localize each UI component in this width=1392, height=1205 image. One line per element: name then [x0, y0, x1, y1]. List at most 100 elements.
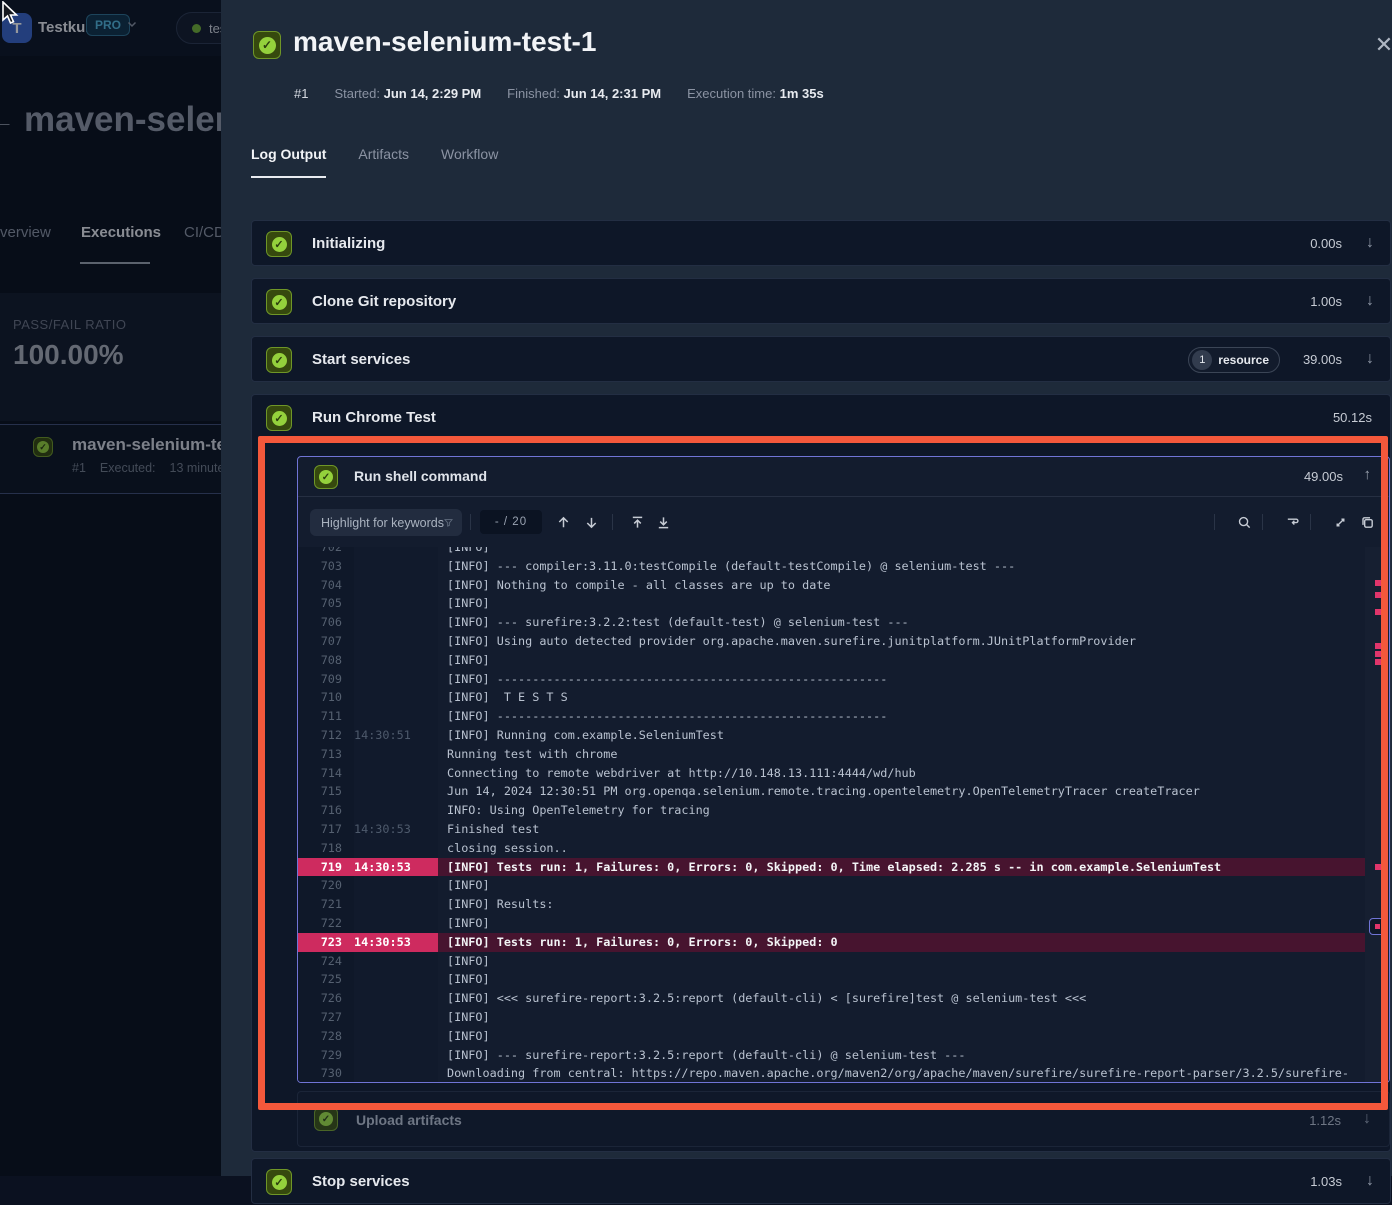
line-number[interactable]: 704 [298, 576, 354, 595]
log-line[interactable]: 714Connecting to remote webdriver at htt… [298, 764, 1365, 783]
line-number[interactable]: 722 [298, 914, 354, 933]
log-line[interactable]: 71714:30:53Finished test [298, 820, 1365, 839]
collapse-up-icon[interactable]: ↑ [1364, 466, 1372, 483]
expand-down-icon[interactable]: ↓ [1366, 350, 1374, 368]
search-match-marker[interactable] [1375, 651, 1381, 657]
log-viewer[interactable]: 702[INFO]703[INFO] --- compiler:3.11.0:t… [298, 547, 1390, 1083]
line-number[interactable]: 715 [298, 782, 354, 801]
line-number[interactable]: 727 [298, 1008, 354, 1027]
step-stop-services[interactable]: ✓ Stop services 1.03s ↓ [251, 1158, 1391, 1204]
step-start-services[interactable]: ✓ Start services 1 resource 39.00s ↓ [251, 336, 1391, 382]
log-line[interactable]: 72314:30:53[INFO] Tests run: 1, Failures… [298, 933, 1365, 952]
current-match-marker[interactable] [1369, 918, 1386, 935]
line-wrap-icon[interactable] [1279, 509, 1305, 535]
log-line[interactable]: 71214:30:51[INFO] Running com.example.Se… [298, 726, 1365, 745]
scroll-to-bottom-icon[interactable] [650, 509, 676, 535]
log-line[interactable]: 704 [INFO] Nothing to compile - all class… [298, 576, 1365, 595]
log-line[interactable]: 708[INFO] [298, 651, 1365, 670]
step-run-chrome-test[interactable]: ✓ Run Chrome Test 50.12s ✓ Run shell com… [251, 394, 1391, 1152]
log-line[interactable]: 711 [INFO] ------------------------------… [298, 707, 1365, 726]
background-page: T Testkube PRO tes ← maven-selen verview… [0, 0, 221, 1176]
log-line[interactable]: 726[INFO] <<< surefire-report:3.2.5:repo… [298, 989, 1365, 1008]
step-clone-git[interactable]: ✓ Clone Git repository 1.00s ↓ [251, 278, 1391, 324]
copy-icon[interactable] [1354, 509, 1380, 535]
log-line[interactable]: 725[INFO] [298, 970, 1365, 989]
line-number[interactable]: 713 [298, 745, 354, 764]
line-number[interactable]: 724 [298, 952, 354, 971]
line-number[interactable]: 714 [298, 764, 354, 783]
step-initializing[interactable]: ✓ Initializing 0.00s ↓ [251, 220, 1391, 266]
line-number[interactable]: 723 [298, 933, 354, 952]
log-line[interactable]: 722[INFO] [298, 914, 1365, 933]
log-line[interactable]: 707[INFO] Using auto detected provider o… [298, 632, 1365, 651]
step-duration: 1.12s [1309, 1113, 1341, 1128]
log-line[interactable]: 718closing session.. [298, 839, 1365, 858]
line-number[interactable]: 717 [298, 820, 354, 839]
line-number[interactable]: 706 [298, 613, 354, 632]
log-line[interactable]: 716INFO: Using OpenTelemetry for tracing [298, 801, 1365, 820]
line-number[interactable]: 725 [298, 970, 354, 989]
step-upload-artifacts[interactable]: ✓ Upload artifacts 1.12s ↓ [297, 1091, 1390, 1147]
line-number[interactable]: 729 [298, 1046, 354, 1065]
log-line[interactable]: 71914:30:53[INFO] Tests run: 1, Failures… [298, 858, 1365, 877]
previous-match-icon[interactable] [550, 509, 576, 535]
log-line[interactable]: 702[INFO] [298, 547, 1365, 557]
line-number[interactable]: 708 [298, 651, 354, 670]
next-match-icon[interactable] [578, 509, 604, 535]
line-number[interactable]: 707 [298, 632, 354, 651]
fullscreen-expand-icon[interactable] [1327, 509, 1353, 535]
log-line[interactable]: 724[INFO] [298, 952, 1365, 971]
search-match-marker[interactable] [1375, 659, 1381, 665]
log-line[interactable]: 727[INFO] [298, 1008, 1365, 1027]
line-number[interactable]: 705 [298, 594, 354, 613]
tab-workflow[interactable]: Workflow [441, 146, 498, 178]
tab-artifacts[interactable]: Artifacts [358, 146, 409, 178]
line-number[interactable]: 702 [298, 547, 354, 557]
log-line[interactable]: 709[INFO] ------------------------------… [298, 670, 1365, 689]
keyword-highlight-input[interactable]: Highlight for keywords [310, 509, 462, 536]
search-match-marker[interactable] [1375, 580, 1381, 586]
line-number[interactable]: 720 [298, 876, 354, 895]
expand-down-icon[interactable]: ↓ [1366, 1172, 1374, 1190]
expand-down-icon[interactable]: ↓ [1366, 292, 1374, 310]
line-content: [INFO] Nothing to compile - all classes … [438, 576, 831, 595]
search-match-marker[interactable] [1375, 643, 1381, 649]
search-match-marker[interactable] [1375, 609, 1381, 615]
search-match-marker[interactable] [1375, 592, 1381, 598]
expand-down-icon[interactable]: ↓ [1363, 1110, 1371, 1128]
expand-down-icon[interactable]: ↓ [1366, 234, 1374, 252]
search-match-marker[interactable] [1375, 864, 1381, 870]
line-number[interactable]: 721 [298, 895, 354, 914]
line-number[interactable]: 712 [298, 726, 354, 745]
log-scrollbar[interactable] [1365, 547, 1390, 1083]
log-line[interactable]: 728[INFO] [298, 1027, 1365, 1046]
log-line[interactable]: 729[INFO] --- surefire-report:3.2.5:repo… [298, 1046, 1365, 1065]
log-line[interactable]: 713Running test with chrome [298, 745, 1365, 764]
line-number[interactable]: 710 [298, 688, 354, 707]
line-number[interactable]: 711 [298, 707, 354, 726]
tab-log-output[interactable]: Log Output [251, 146, 326, 178]
modal-backdrop[interactable] [0, 0, 221, 1176]
log-line[interactable]: 703[INFO] --- compiler:3.11.0:testCompil… [298, 557, 1365, 576]
line-timestamp [354, 782, 438, 801]
log-line[interactable]: 721[INFO] Results: [298, 895, 1365, 914]
log-line[interactable]: 720[INFO] [298, 876, 1365, 895]
line-number[interactable]: 719 [298, 858, 354, 877]
scroll-to-top-icon[interactable] [624, 509, 650, 535]
line-number[interactable]: 716 [298, 801, 354, 820]
line-number[interactable]: 703 [298, 557, 354, 576]
line-number[interactable]: 730 [298, 1064, 354, 1083]
log-line[interactable]: 706[INFO] --- surefire:3.2.2:test (defau… [298, 613, 1365, 632]
log-line[interactable]: 710[INFO] T E S T S [298, 688, 1365, 707]
log-line[interactable]: 715Jun 14, 2024 12:30:51 PM org.openqa.s… [298, 782, 1365, 801]
line-number[interactable]: 709 [298, 670, 354, 689]
line-number[interactable]: 726 [298, 989, 354, 1008]
log-line[interactable]: 730Downloading from central: https://rep… [298, 1064, 1365, 1083]
log-line[interactable]: 705[INFO] [298, 594, 1365, 613]
search-icon[interactable] [1231, 509, 1257, 535]
line-number[interactable]: 718 [298, 839, 354, 858]
shell-panel-header[interactable]: ✓ Run shell command 49.00s ↑ [298, 457, 1389, 497]
line-number[interactable]: 728 [298, 1027, 354, 1046]
close-icon[interactable]: ✕ [1371, 32, 1392, 58]
line-content: [INFO] ---------------------------------… [438, 707, 887, 726]
